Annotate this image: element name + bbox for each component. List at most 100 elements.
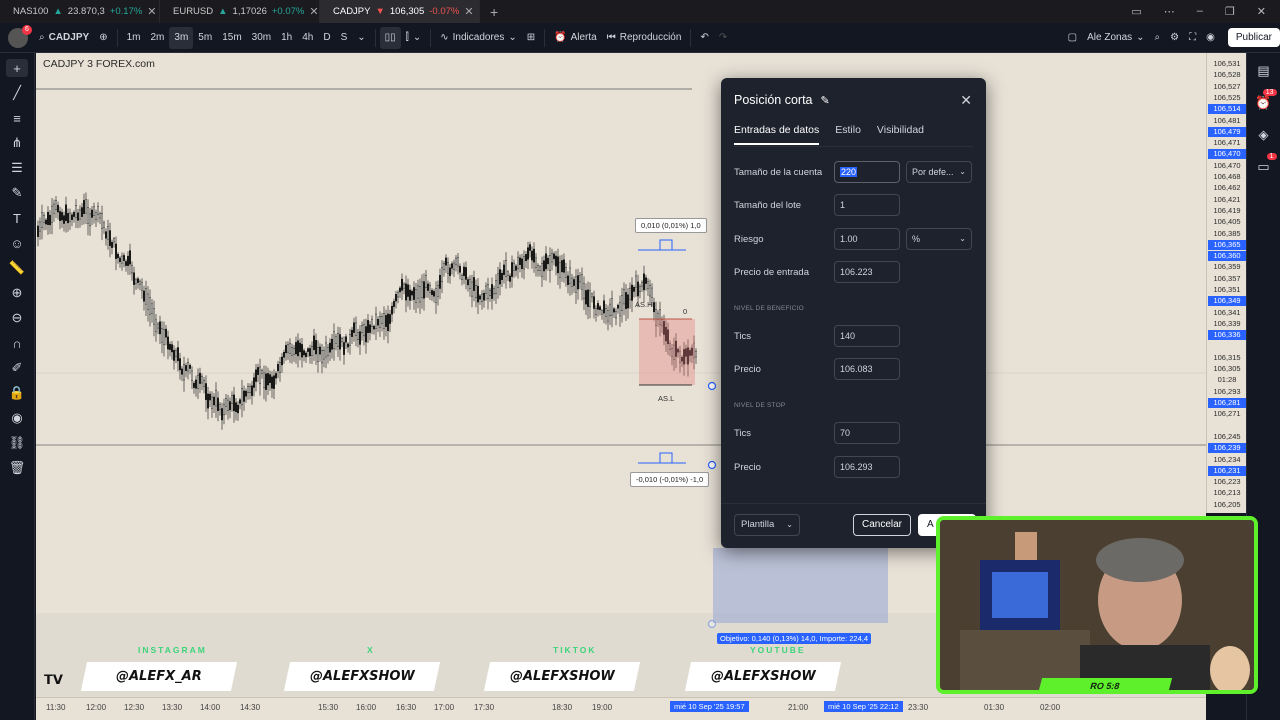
interval-dropdown[interactable]: ⌄ [352, 27, 370, 49]
layers-icon[interactable]: ◈ [1254, 125, 1274, 145]
edit-pencil-icon[interactable]: ✎ [821, 94, 830, 107]
redo-button[interactable]: ↷ [714, 27, 732, 49]
profit-price-field[interactable]: 106.083 [834, 358, 900, 380]
publish-button[interactable]: Publicar [1227, 28, 1280, 47]
trendline-icon[interactable]: ╱ [6, 84, 28, 102]
candle-body [573, 279, 576, 286]
stop-ticks-field[interactable]: 70 [834, 422, 900, 444]
tab-visibility[interactable]: Visibilidad [877, 124, 924, 145]
interval-s[interactable]: S [336, 27, 353, 49]
stop-price-field[interactable]: 106.293 [834, 456, 900, 478]
interval-30m[interactable]: 30m [247, 27, 276, 49]
quick-search-button[interactable]: ⌕ [1150, 27, 1166, 49]
time-axis[interactable]: mié 10 Sep '25 19:57 mié 10 Sep '25 22:1… [36, 697, 1206, 720]
candle-body [110, 242, 113, 248]
new-tab-icon[interactable]: + [480, 4, 508, 20]
brush-icon[interactable]: ✎ [6, 184, 28, 202]
interval-d[interactable]: D [318, 27, 335, 49]
candle-body [79, 209, 82, 220]
candle-body [431, 290, 434, 295]
tab-inputs[interactable]: Entradas de datos [734, 124, 820, 145]
label-as-h: AS.H [635, 300, 653, 309]
fib-icon[interactable]: ☰ [6, 159, 28, 177]
template-button[interactable]: Plantilla ⌄ [734, 514, 800, 536]
templates-button[interactable]: ⊞ [522, 27, 540, 49]
candle-body [419, 286, 422, 303]
trash-icon[interactable]: 🗑 [6, 459, 28, 477]
candle-body [280, 356, 283, 366]
close-tab-icon[interactable]: ✕ [464, 5, 473, 18]
chart-type-button[interactable]: ⫿ ⌄ [401, 27, 427, 49]
minimize-icon[interactable]: – [1197, 5, 1203, 18]
maximize-icon[interactable]: ❐ [1225, 5, 1235, 18]
eye-icon[interactable]: ◉ [6, 409, 28, 427]
risk-field[interactable]: 1.00 [834, 228, 900, 250]
symbol-search[interactable]: ⌕ CADJPY [34, 27, 94, 49]
time-axis-label: 17:00 [434, 703, 455, 712]
horizontal-lines-icon[interactable]: ≡ [6, 109, 28, 127]
compare-button[interactable]: ⊕ [94, 27, 112, 49]
interval-2m[interactable]: 2m [145, 27, 169, 49]
indicators-button[interactable]: ∿ Indicadores ⌄ [435, 27, 521, 49]
alert-button[interactable]: ⏰ Alerta [549, 27, 602, 49]
snapshot-button[interactable]: ◉ [1201, 27, 1220, 49]
link-icon[interactable]: ⛓ [6, 434, 28, 452]
cancel-button[interactable]: Cancelar [853, 514, 911, 536]
account-size-field[interactable]: 220 [834, 161, 900, 183]
close-icon[interactable]: ✕ [960, 92, 972, 109]
pencil-lock-icon[interactable]: ✐ [6, 359, 28, 377]
risk-unit-select[interactable]: % ⌄ [906, 228, 972, 250]
magnet-icon[interactable]: ∩ [6, 334, 28, 352]
browser-tab-cadjpy[interactable]: CADJPY ▼ 106,305 -0.07% ✕ [320, 0, 480, 23]
alerts-icon[interactable]: ⏰ 13 [1254, 89, 1277, 113]
zoom-out-icon[interactable]: ⊖ [6, 309, 28, 327]
entry-price-field[interactable]: 106.223 [834, 261, 900, 283]
lock-icon[interactable]: 🔒 [6, 384, 28, 402]
interval-5m[interactable]: 5m [193, 27, 217, 49]
pitchfork-icon[interactable]: ⋔ [6, 134, 28, 152]
emoji-icon[interactable]: ☺ [6, 234, 28, 252]
undo-button[interactable]: ↶ [695, 27, 713, 49]
watchlist-icon[interactable]: ▤ [1254, 61, 1274, 81]
fullscreen-button[interactable]: ⛶ [1184, 27, 1201, 49]
interval-4h[interactable]: 4h [297, 27, 318, 49]
lot-size-field[interactable]: 1 [834, 194, 900, 216]
browser-tab-eurusd[interactable]: EURUSD ▲ 1,17026 +0.07% ✕ [160, 0, 320, 23]
candle-body [50, 205, 53, 223]
zoom-in-icon[interactable]: ⊕ [6, 284, 28, 302]
interval-3m[interactable]: 3m [169, 26, 194, 49]
settings-button[interactable]: ⚙ [1165, 27, 1184, 49]
crosshair-icon[interactable]: + [6, 59, 28, 77]
browser-tab-nas100[interactable]: NAS100 ▲ 23.870,3 +0.17% ✕ [0, 0, 160, 23]
candle-body [303, 350, 306, 356]
close-window-icon[interactable]: ✕ [1257, 5, 1266, 18]
candle-body [405, 283, 408, 301]
replay-button[interactable]: ⏮ Reproducción [602, 27, 687, 49]
interval-1h[interactable]: 1h [276, 27, 297, 49]
position-target-zone[interactable] [713, 548, 888, 623]
candle-body [493, 288, 496, 295]
tab-style[interactable]: Estilo [835, 124, 861, 145]
interval-15m[interactable]: 15m [217, 27, 246, 49]
close-tab-icon[interactable]: ✕ [309, 5, 318, 18]
interval-1m[interactable]: 1m [122, 27, 146, 49]
cast-icon[interactable]: ▭ [1131, 5, 1141, 18]
chat-icon[interactable]: ▭ 1 [1254, 153, 1277, 177]
candle-body [595, 308, 598, 315]
text-icon[interactable]: T [6, 209, 28, 227]
candle-body [383, 313, 386, 329]
close-tab-icon[interactable]: ✕ [147, 5, 156, 18]
chart-toolbar: 6 ⌕ CADJPY ⊕ 1m 2m 3m 5m 15m 30m 1h 4h D… [0, 23, 1280, 53]
candles-button[interactable]: ▯▯ [379, 26, 401, 49]
profit-ticks-field[interactable]: 140 [834, 325, 900, 347]
candle-body [545, 253, 548, 270]
candle-body [268, 374, 271, 383]
more-icon[interactable]: ⋯ [1164, 5, 1175, 18]
candle-body [443, 263, 446, 270]
layout-button[interactable]: ▢ Ale Zonas ⌄ [1063, 27, 1150, 49]
account-currency-select[interactable]: Por defe... ⌄ [906, 161, 972, 183]
avatar[interactable]: 6 [8, 24, 32, 48]
price-axis[interactable]: 106,531 106,528 106,527 106,525 106,514 106,4… [1206, 53, 1246, 513]
ruler-icon[interactable]: 📏 [6, 259, 28, 277]
time-axis-label: 14:00 [200, 703, 221, 712]
